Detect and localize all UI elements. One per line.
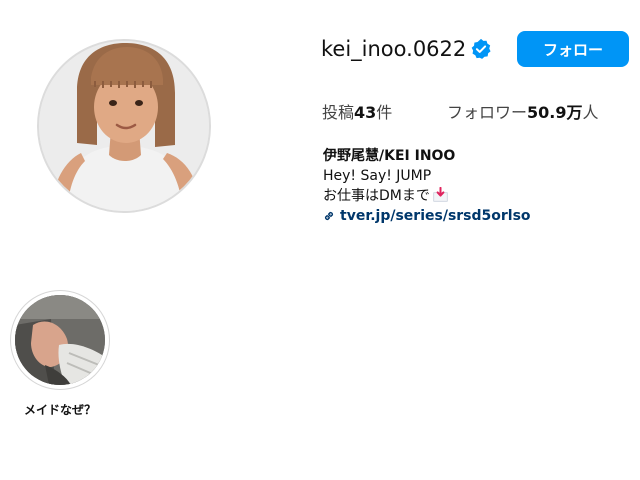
- posts-count: 43: [354, 103, 377, 122]
- followers-count: 50.9万: [527, 103, 583, 122]
- posts-unit: 件: [376, 103, 393, 122]
- inbox-mail-icon: [432, 187, 448, 202]
- bio-line-1: Hey! Say! JUMP: [323, 168, 432, 184]
- posts-label: 投稿: [322, 103, 355, 122]
- bio-line-2-text: お仕事はDMまで: [323, 188, 430, 204]
- followers-unit: 人: [582, 103, 599, 122]
- avatar-illustration: [39, 41, 209, 211]
- profile-username: kei_inoo.0622: [321, 37, 467, 61]
- followers-label: フォロワー: [447, 103, 528, 122]
- profile-page: kei_inoo.0622 フォロー 投稿43件 フォロワー50.9万人 伊野尾…: [0, 0, 640, 480]
- follow-button[interactable]: フォロー: [517, 31, 629, 67]
- bio-line-2: お仕事はDMまで: [323, 186, 531, 206]
- highlight-cover: [15, 295, 105, 385]
- highlight-cover-image: [15, 295, 105, 385]
- bio-display-name: 伊野尾慧/KEI INOO: [323, 148, 456, 164]
- link-chain-icon: [324, 211, 334, 221]
- bio-external-link[interactable]: tver.jp/series/srsd5orlso: [323, 206, 531, 226]
- highlight-item[interactable]: [10, 290, 110, 390]
- profile-avatar[interactable]: [37, 39, 211, 213]
- followers-stat[interactable]: フォロワー50.9万人: [447, 101, 599, 125]
- profile-bio: 伊野尾慧/KEI INOO Hey! Say! JUMP お仕事はDMまで tv…: [323, 146, 531, 228]
- highlight-label: メイドなぜ？: [23, 403, 96, 417]
- verified-badge-icon: [471, 38, 491, 59]
- bio-link-text: tver.jp/series/srsd5orlso: [340, 208, 531, 224]
- posts-stat[interactable]: 投稿43件: [322, 101, 392, 125]
